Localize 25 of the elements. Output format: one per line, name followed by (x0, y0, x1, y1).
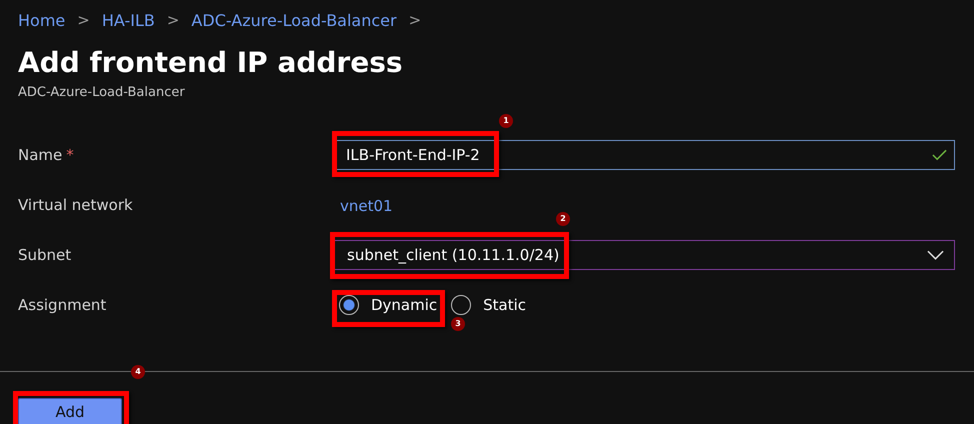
radio-button[interactable] (451, 295, 472, 315)
field-label: Assignment (18, 296, 106, 314)
radio-label: Static (483, 296, 526, 314)
add-button[interactable]: Add (18, 398, 122, 424)
page-title: Add frontend IP address (18, 46, 404, 80)
field-label: Name (18, 146, 62, 164)
breadcrumb-link[interactable]: Home (18, 10, 66, 30)
field-label: Subnet (18, 246, 72, 264)
breadcrumb-separator: > (166, 11, 180, 29)
required-mark: * (66, 146, 74, 164)
breadcrumb-link[interactable]: ADC-Azure-Load-Balancer (191, 10, 397, 30)
callout-marker: 2 (556, 212, 570, 226)
page-subtitle: ADC-Azure-Load-Balancer (18, 85, 186, 100)
radio-label: Dynamic (371, 296, 438, 314)
chevron-down-icon (927, 250, 944, 260)
breadcrumb-separator: > (77, 11, 90, 29)
field-label: Virtual network (18, 196, 133, 214)
network-link[interactable]: vnet01 (340, 196, 393, 214)
callout-marker: 3 (451, 317, 465, 331)
callout-marker: 4 (131, 365, 145, 379)
subnet-dropdown[interactable]: subnet_client (10.11.1.0/24) (333, 240, 955, 270)
breadcrumb-separator: > (408, 11, 422, 29)
callout-marker: 1 (499, 114, 513, 128)
breadcrumb-link[interactable]: HA-ILB (102, 10, 155, 30)
radio-button[interactable] (339, 295, 359, 315)
